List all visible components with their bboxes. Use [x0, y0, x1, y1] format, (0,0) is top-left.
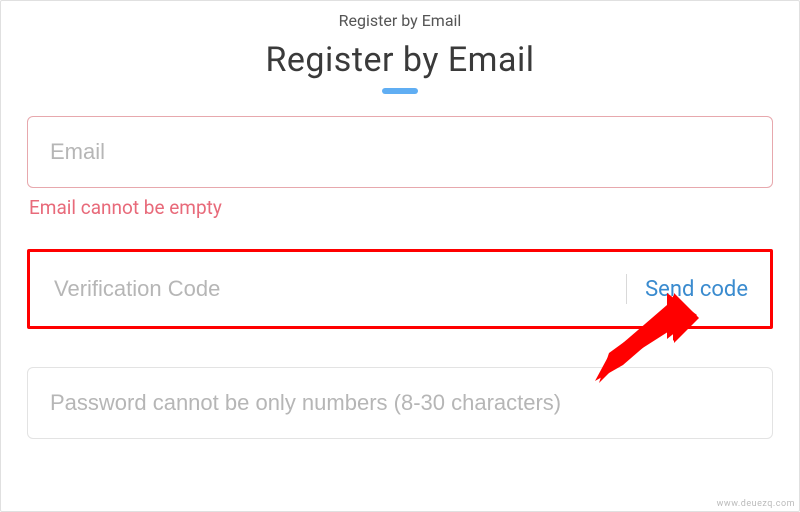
email-field[interactable]	[27, 116, 773, 188]
verification-code-field[interactable]	[52, 275, 618, 303]
email-field-wrap	[27, 116, 773, 188]
password-field[interactable]	[27, 367, 773, 439]
window-title: Register by Email	[1, 1, 799, 36]
window: Register by Email Register by Email Emai…	[0, 0, 800, 512]
accent-bar	[382, 88, 418, 94]
vertical-divider	[626, 274, 627, 304]
password-field-wrap	[27, 367, 773, 439]
verification-code-row: Send code	[27, 249, 773, 329]
send-code-button[interactable]: Send code	[645, 277, 748, 302]
watermark: www.deuezq.com	[717, 499, 795, 509]
email-error: Email cannot be empty	[29, 196, 771, 219]
register-form: Email cannot be empty Send code	[1, 116, 799, 439]
page-title: Register by Email	[1, 40, 799, 80]
